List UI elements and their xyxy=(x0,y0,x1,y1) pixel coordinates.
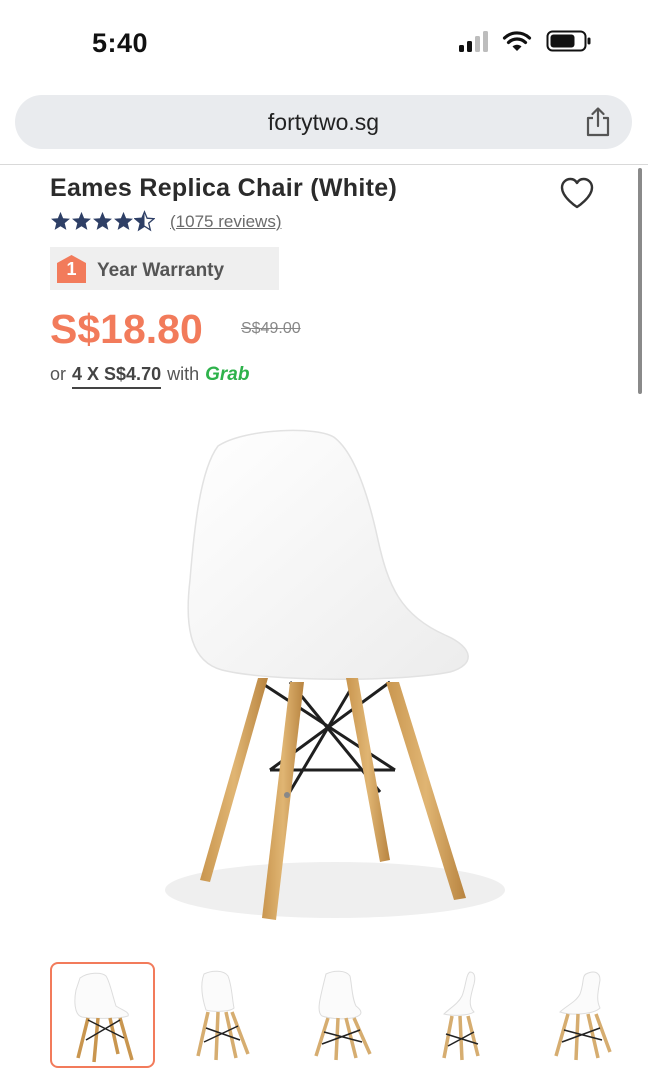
product-title: Eames Replica Chair (White) xyxy=(50,174,398,202)
status-icons xyxy=(459,30,592,52)
thumbnail-4[interactable] xyxy=(410,962,515,1068)
wishlist-heart-icon[interactable] xyxy=(559,176,595,210)
thumbnail-chair-image xyxy=(74,972,134,1063)
installment-with: with xyxy=(167,364,200,384)
reviews-link[interactable]: (1075 reviews) xyxy=(170,212,282,232)
installment-prefix: or xyxy=(50,364,67,384)
grab-logo: Grab xyxy=(205,364,250,385)
installment-amount-link[interactable]: 4 X S$4.70 xyxy=(72,364,162,389)
thumbnail-3[interactable] xyxy=(290,962,395,1068)
half-star-icon xyxy=(134,210,155,232)
toolbar-divider xyxy=(0,164,648,165)
warranty-years: 1 xyxy=(66,259,77,279)
product-main-image[interactable] xyxy=(150,420,510,930)
page-scrollbar[interactable] xyxy=(638,168,642,394)
thumbnail-chair-image xyxy=(314,970,372,1061)
warranty-label: Year Warranty xyxy=(97,260,225,281)
installment-info: or 4 X S$4.70 with Grab xyxy=(50,364,249,389)
thumbnail-chair-image xyxy=(554,971,612,1061)
thumbnail-chair-image xyxy=(196,970,250,1061)
rating-stars xyxy=(50,210,155,232)
thumbnail-chair-image xyxy=(442,971,480,1061)
address-bar[interactable]: fortytwo.sg xyxy=(15,95,632,149)
battery-icon xyxy=(546,30,591,52)
status-bar: 5:40 xyxy=(0,0,648,90)
thumbnail-2[interactable] xyxy=(170,962,275,1068)
url-text: fortytwo.sg xyxy=(267,109,380,135)
cellular-signal-icon xyxy=(459,30,488,52)
sale-price: S$18.80 xyxy=(50,306,203,352)
share-icon[interactable] xyxy=(584,107,612,137)
warranty-badge: 1 Year Warranty xyxy=(50,247,279,290)
star-icon xyxy=(114,211,133,230)
star-icon xyxy=(51,211,70,230)
thumbnail-strip xyxy=(50,962,648,1070)
star-icon xyxy=(93,211,112,230)
thumbnail-5[interactable] xyxy=(530,962,635,1068)
star-icon xyxy=(72,211,91,230)
status-time: 5:40 xyxy=(92,28,149,58)
thumbnail-1[interactable] xyxy=(50,962,155,1068)
wifi-icon xyxy=(502,31,532,51)
original-price: S$49.00 xyxy=(241,320,301,337)
